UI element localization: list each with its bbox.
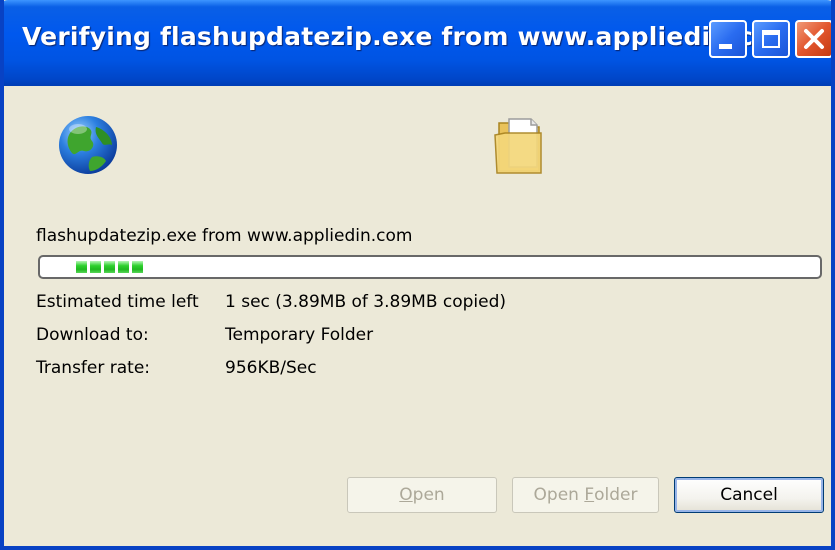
transfer-rate-label: Transfer rate:	[36, 358, 151, 378]
close-icon	[804, 29, 824, 49]
progress-segment	[118, 261, 129, 273]
open-button-post: pen	[412, 485, 445, 505]
cancel-button-label: Cancel	[720, 485, 778, 505]
progress-segment	[76, 261, 87, 273]
download-dialog: Verifying flashupdatezip.exe from www.ap…	[0, 0, 835, 550]
open-button[interactable]: Open	[347, 477, 497, 513]
download-progress-bar	[38, 255, 822, 279]
transfer-rate-value: 956KB/Sec	[225, 358, 317, 378]
maximize-button[interactable]	[752, 20, 790, 58]
progress-segment	[104, 261, 115, 273]
progress-segment	[132, 261, 143, 273]
open-folder-button[interactable]: Open Folder	[512, 477, 659, 513]
time-left-label: Estimated time left	[36, 292, 199, 312]
open-folder-button-pre: Open	[533, 485, 585, 505]
minimize-button[interactable]	[709, 20, 747, 58]
download-to-value: Temporary Folder	[225, 325, 374, 345]
title-bar[interactable]: Verifying flashupdatezip.exe from www.ap…	[4, 0, 831, 86]
progress-segment	[90, 261, 101, 273]
download-to-label: Download to:	[36, 325, 149, 345]
window-title: Verifying flashupdatezip.exe from www.ap…	[22, 22, 783, 51]
open-button-accel: O	[399, 485, 413, 505]
file-source-label: flashupdatezip.exe from www.appliedin.co…	[36, 226, 413, 246]
globe-icon	[59, 116, 117, 174]
close-button[interactable]	[795, 20, 831, 58]
open-folder-button-accel: F	[584, 485, 595, 505]
time-left-value: 1 sec (3.89MB of 3.89MB copied)	[225, 292, 507, 312]
open-folder-button-post: older	[594, 485, 638, 505]
folder-icon	[494, 118, 542, 174]
maximize-icon	[762, 30, 780, 48]
progress-fill	[76, 261, 143, 273]
minimize-icon	[719, 44, 732, 49]
cancel-button[interactable]: Cancel	[674, 477, 824, 513]
